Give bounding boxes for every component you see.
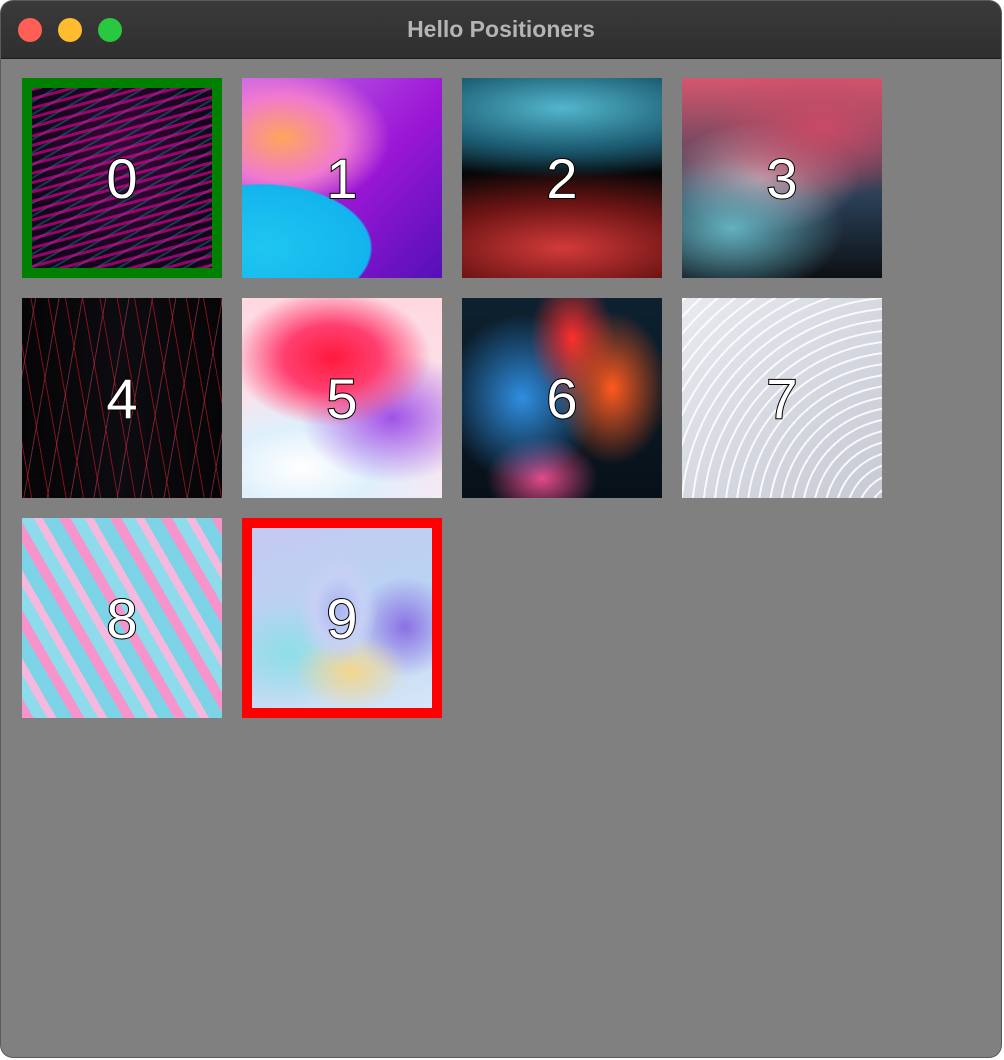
item-number: 8 xyxy=(105,586,138,651)
grid-item-4[interactable]: 4 xyxy=(22,298,222,498)
grid-item-1[interactable]: 1 xyxy=(242,78,442,278)
item-number: 1 xyxy=(325,146,358,211)
item-number: 2 xyxy=(545,146,578,211)
grid-item-0[interactable]: 0 xyxy=(22,78,222,278)
grid-item-9[interactable]: 9 xyxy=(242,518,442,718)
grid-item-3[interactable]: 3 xyxy=(682,78,882,278)
item-number: 0 xyxy=(105,146,138,211)
grid-item-2[interactable]: 2 xyxy=(462,78,662,278)
title-bar[interactable]: Hello Positioners xyxy=(1,1,1001,59)
item-number: 4 xyxy=(105,366,138,431)
grid-item-7[interactable]: 7 xyxy=(682,298,882,498)
grid-item-6[interactable]: 6 xyxy=(462,298,662,498)
item-number: 3 xyxy=(765,146,798,211)
app-window: Hello Positioners 0 1 2 3 4 5 6 7 8 9 xyxy=(1,1,1001,1057)
item-number: 9 xyxy=(325,586,358,651)
item-number: 7 xyxy=(765,366,798,431)
item-number: 5 xyxy=(325,366,358,431)
grid-item-8[interactable]: 8 xyxy=(22,518,222,718)
item-number: 6 xyxy=(545,366,578,431)
grid-item-5[interactable]: 5 xyxy=(242,298,442,498)
window-title: Hello Positioners xyxy=(407,16,595,42)
